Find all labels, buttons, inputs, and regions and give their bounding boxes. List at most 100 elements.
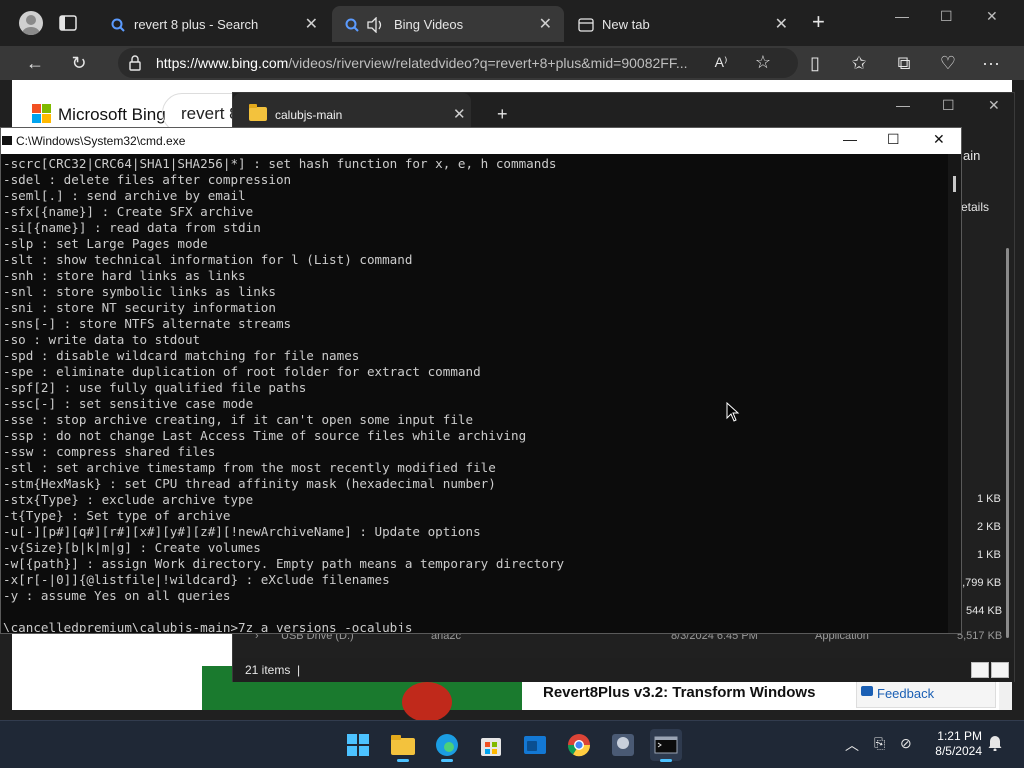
start-button[interactable] [342,729,374,761]
cmd-app[interactable] [650,729,682,762]
tab-bing-videos[interactable]: Bing Videos ✕ [332,6,564,42]
edge-toolbar: ← ↻ https://www.bing.com/videos/rivervie… [0,46,1024,80]
feedback-label: Feedback [877,686,935,701]
search-query: revert 8 [181,104,239,123]
maximize-icon[interactable]: ☐ [887,131,900,148]
new-tab-button[interactable]: + [812,11,825,33]
speaker-icon[interactable] [366,16,382,34]
tab-title: New tab [602,17,650,32]
back-icon[interactable]: ← [24,52,46,74]
running-indicator [441,759,453,762]
address-bar[interactable]: https://www.bing.com/videos/riverview/re… [118,48,798,78]
running-indicator [660,759,672,762]
cmd-output-line: -sse : stop archive creating, if it can'… [3,412,474,427]
store-icon [481,738,501,756]
split-screen-icon[interactable]: ▯ [804,52,826,74]
cmd-output-line: -si[{name}] : read data from stdin [3,220,261,235]
bing-brand[interactable]: Microsoft Bing [58,105,166,125]
maximize-icon[interactable]: ☐ [942,97,955,114]
edge-app[interactable] [431,729,463,762]
tab-search[interactable]: revert 8 plus - Search ✕ [98,6,330,42]
close-icon[interactable]: ✕ [986,8,998,25]
running-indicator [397,759,409,762]
chevron-up-icon[interactable]: ︿ [845,735,859,755]
favorite-star-icon[interactable]: ☆ [752,51,774,73]
cmd-output-line: -spf[2] : use fully qualified file paths [3,380,307,395]
explorer-scrollbar[interactable] [1000,243,1014,653]
close-tab-icon[interactable]: ✕ [539,14,552,34]
feedback-button[interactable]: Feedback [856,680,996,708]
outlook-icon [524,736,546,754]
close-tab-icon[interactable]: ✕ [305,14,318,34]
details-button[interactable]: etails [961,200,989,214]
profile-avatar[interactable] [19,11,43,35]
more-options-icon[interactable]: ··· [980,52,1002,74]
close-tab-icon[interactable]: ✕ [453,105,466,123]
cmd-output-line: -sdel : delete files after compression [3,172,292,187]
scrollbar-thumb[interactable] [1006,248,1009,638]
cmd-output-line: -stx{Type} : exclude archive type [3,492,254,507]
outlook-app[interactable] [519,729,551,761]
store-app[interactable] [475,729,507,761]
cmd-output-line: -u[-][p#][q#][r#][x#][y#][z#][!newArchiv… [3,524,481,539]
file-size: 1 KB [977,493,1001,505]
item-count: 21 items | [245,663,301,677]
file-explorer-app[interactable] [387,729,419,762]
cmd-output-line: -y : assume Yes on all queries [3,588,231,603]
maximize-icon[interactable]: ☐ [940,8,953,25]
cmd-scrollbar[interactable] [948,154,961,633]
lock-icon[interactable] [128,54,142,77]
tab-title: Bing Videos [394,17,464,32]
tab-actions-icon[interactable] [58,13,78,33]
taskbar: ︿ ⎘ ⊘ 1:21 PM 8/5/2024 [0,720,1024,768]
cmd-output-line: -sns[-] : store NTFS alternate streams [3,316,292,331]
favorites-icon[interactable]: ✩ [848,52,870,74]
search-icon [110,17,126,33]
cmd-output-line: -w[{path}] : assign Work directory. Empt… [3,556,565,571]
explorer-status-bar: 21 items | [233,658,1014,682]
chrome-app[interactable] [563,729,595,761]
new-tab-button[interactable]: + [497,104,508,125]
toolbar-label[interactable]: ain [963,148,980,163]
new-tab-page-icon [578,17,594,33]
windows-logo-icon [347,734,369,756]
read-aloud-icon[interactable]: A⁾ [710,51,732,73]
scrollbar-thumb[interactable] [953,176,956,192]
cmd-output-line: -x[r[-|0]]{@listfile|!wildcard} : eXclud… [3,572,390,587]
network-icon[interactable]: ⎘ [874,735,885,752]
cmd-title: C:\Windows\System32\cmd.exe [16,134,186,148]
game-icon [612,734,634,756]
file-size: 5,517 KB [957,630,1003,642]
cmd-icon [2,136,12,145]
minimize-icon[interactable]: — [843,131,857,147]
refresh-icon[interactable]: ↻ [68,52,90,74]
close-tab-icon[interactable]: ✕ [775,14,788,34]
game-app[interactable] [607,729,639,761]
cmd-output-line: -scrc[CRC32|CRC64|SHA1|SHA256|*] : set h… [3,156,557,171]
notification-bell-icon[interactable] [988,735,1002,754]
cmd-output-line: -t{Type} : Set type of archive [3,508,231,523]
minimize-icon[interactable]: — [895,8,909,24]
cmd-output-line: -stl : set archive timestamp from the mo… [3,460,496,475]
collections-icon[interactable]: ⧉ [893,52,915,74]
file-size: 1,799 KB [956,577,1002,589]
tab-new-tab[interactable]: New tab ✕ [566,6,800,42]
volume-muted-icon[interactable]: ⊘ [900,735,912,752]
cmd-output-line [3,604,943,620]
url-text: https://www.bing.com/videos/riverview/re… [156,55,688,71]
minimize-icon[interactable]: — [896,97,910,113]
cmd-output[interactable]: -scrc[CRC32|CRC64|SHA1|SHA256|*] : set h… [3,156,943,632]
details-view-icon[interactable] [971,662,989,678]
performance-icon[interactable]: ♡ [937,52,959,74]
file-size: 2 KB [977,521,1001,533]
close-icon[interactable]: ✕ [933,131,945,148]
search-icon [344,17,360,33]
video-title[interactable]: Revert8Plus v3.2: Transform Windows [543,684,815,701]
cmd-title-bar[interactable]: C:\Windows\System32\cmd.exe — ☐ ✕ [1,128,961,154]
chrome-icon [567,734,591,757]
close-icon[interactable]: ✕ [988,97,1000,114]
folder-icon [249,104,267,121]
tiles-view-icon[interactable] [991,662,1009,678]
system-clock[interactable]: 1:21 PM 8/5/2024 [930,729,982,759]
cmd-output-line: -ssp : do not change Last Access Time of… [3,428,527,443]
